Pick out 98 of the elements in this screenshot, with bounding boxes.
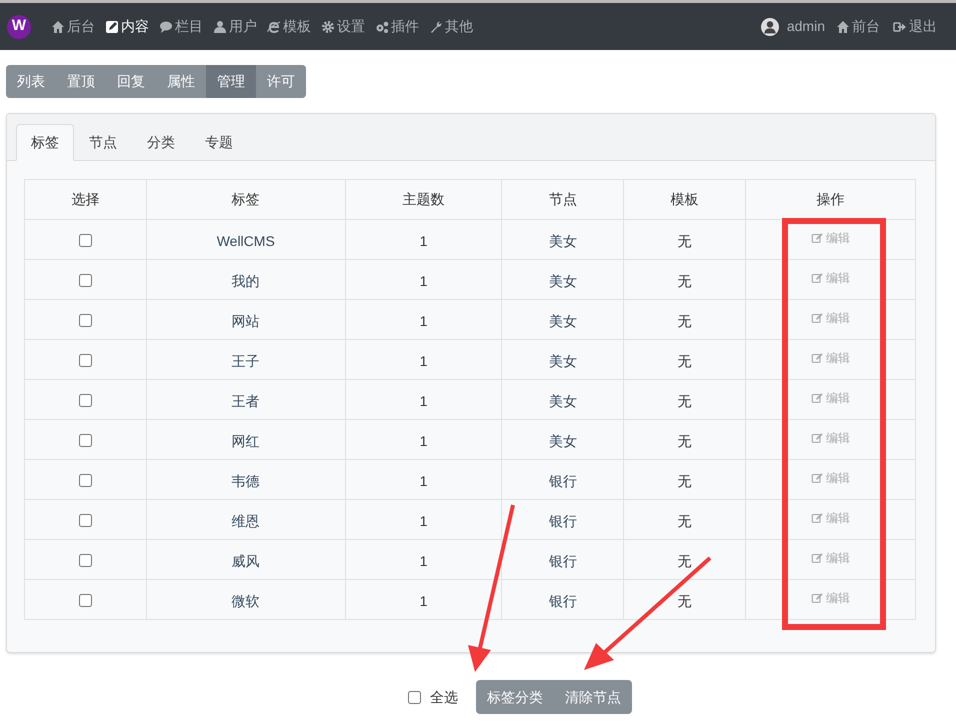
user-icon <box>213 20 227 34</box>
row-checkbox[interactable] <box>78 514 92 527</box>
action-button[interactable]: 标签分类 <box>476 680 554 714</box>
nav-link[interactable]: 模板 <box>267 16 311 37</box>
table-cell: 1 <box>345 220 502 260</box>
gears-icon <box>375 20 389 34</box>
tab[interactable]: 节点 <box>74 124 132 161</box>
action-button[interactable]: 清除节点 <box>554 680 632 714</box>
checkbox-label: 全选 <box>430 688 458 706</box>
speech-bubble-icon <box>159 20 173 34</box>
row-checkbox[interactable] <box>78 354 92 367</box>
table-cell: 1 <box>345 500 502 540</box>
table-cell: 1 <box>345 380 502 420</box>
table-cell: 美女 <box>502 420 624 460</box>
sign-out-icon <box>893 20 907 34</box>
table-cell: 1 <box>345 340 502 380</box>
tag-link[interactable]: WellCMS <box>146 220 346 260</box>
nav-link[interactable]: 后台 <box>51 16 95 37</box>
row-checkbox[interactable] <box>78 234 92 247</box>
column-header: 选择 <box>24 180 146 220</box>
row-checkbox[interactable] <box>78 274 92 287</box>
table-cell: 无 <box>624 580 746 620</box>
nav-link[interactable]: 退出 <box>893 16 937 37</box>
row-checkbox[interactable] <box>78 394 92 407</box>
edit-icon <box>811 432 824 444</box>
edit-icon <box>811 512 824 524</box>
table-cell: 无 <box>624 500 746 540</box>
table-cell: 无 <box>624 300 746 340</box>
table-cell: 银行 <box>502 500 624 540</box>
table-cell: 无 <box>624 380 746 420</box>
tag-link[interactable]: 维恩 <box>146 500 346 540</box>
logo[interactable]: W <box>7 14 31 38</box>
nav-link[interactable]: 设置 <box>321 16 365 37</box>
tab[interactable]: 标签 <box>16 124 74 161</box>
tag-link[interactable]: 网站 <box>146 300 346 340</box>
home-icon <box>836 20 850 34</box>
tab[interactable]: 分类 <box>132 124 190 161</box>
tag-link[interactable]: 韦德 <box>146 460 346 500</box>
table-cell: 美女 <box>502 220 624 260</box>
home-icon <box>51 20 65 34</box>
avatar-icon <box>760 18 779 36</box>
table-cell: 美女 <box>502 380 624 420</box>
edit-icon <box>811 392 824 404</box>
table-cell: 1 <box>345 420 502 460</box>
tag-link[interactable]: 王子 <box>146 340 346 380</box>
table-cell: 银行 <box>502 580 624 620</box>
edit-icon <box>105 20 119 34</box>
table-cell: 1 <box>345 460 502 500</box>
table-cell: 无 <box>624 460 746 500</box>
tag-link[interactable]: 网红 <box>146 420 346 460</box>
wrench-icon <box>429 20 443 34</box>
table-cell: 银行 <box>502 460 624 500</box>
table-cell: 1 <box>345 580 502 620</box>
tab[interactable]: 专题 <box>190 124 248 161</box>
table-cell: 美女 <box>502 300 624 340</box>
nav-link[interactable]: 插件 <box>375 16 419 37</box>
nav-link[interactable]: 用户 <box>213 16 257 37</box>
nav-link[interactable]: 栏目 <box>159 16 203 37</box>
column-header: 模板 <box>624 180 746 220</box>
table-cell: 1 <box>345 300 502 340</box>
select-all-checkbox[interactable] <box>408 690 421 704</box>
nav-link[interactable]: 前台 <box>836 16 880 37</box>
edit-icon <box>811 352 824 364</box>
table-cell: 无 <box>624 540 746 580</box>
column-header: 标签 <box>146 180 346 220</box>
column-header: 操作 <box>746 180 916 220</box>
row-checkbox[interactable] <box>78 434 92 447</box>
column-header: 主题数 <box>345 180 502 220</box>
column-header: 节点 <box>502 180 624 220</box>
nav-link[interactable]: 内容 <box>105 16 149 37</box>
edit-icon <box>811 312 824 324</box>
edit-icon <box>811 232 824 244</box>
row-checkbox[interactable] <box>78 594 92 607</box>
row-checkbox[interactable] <box>78 554 92 567</box>
browser-e-icon <box>267 20 281 34</box>
table-cell: 银行 <box>502 540 624 580</box>
table-cell: 无 <box>624 220 746 260</box>
tag-link[interactable]: 王者 <box>146 380 346 420</box>
gear-icon <box>321 20 335 34</box>
table-cell: 美女 <box>502 260 624 300</box>
tag-link[interactable]: 威风 <box>146 540 346 580</box>
row-checkbox[interactable] <box>78 314 92 327</box>
subnav-tab[interactable]: 管理 <box>206 65 256 98</box>
nav-link[interactable]: 其他 <box>429 16 473 37</box>
table-cell: 无 <box>624 420 746 460</box>
table-cell: 无 <box>624 340 746 380</box>
table-cell: 1 <box>345 540 502 580</box>
edit-icon <box>811 272 824 284</box>
table-cell: 无 <box>624 260 746 300</box>
edit-icon <box>811 552 824 564</box>
table-cell: 美女 <box>502 340 624 380</box>
user-link[interactable]: admin <box>760 16 825 37</box>
edit-icon <box>811 472 824 484</box>
edit-icon <box>811 592 824 604</box>
row-checkbox[interactable] <box>78 474 92 487</box>
table-cell: 1 <box>345 260 502 300</box>
tag-link[interactable]: 微软 <box>146 580 346 620</box>
tag-link[interactable]: 我的 <box>146 260 346 300</box>
